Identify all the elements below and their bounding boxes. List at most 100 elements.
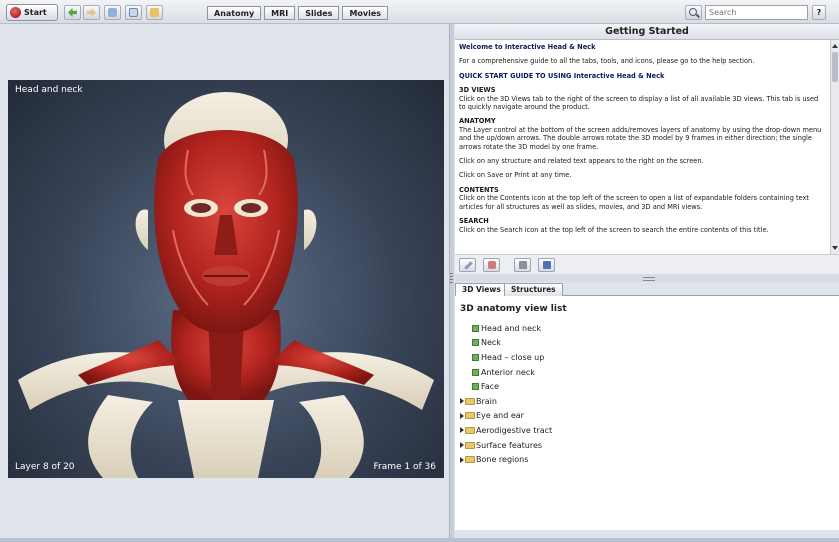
start-icon: [10, 7, 21, 18]
list-item-label: Face: [481, 382, 500, 392]
section-3d-views: 3D VIEWS Click on the 3D Views tab to th…: [459, 86, 826, 111]
list-item[interactable]: Head and neck: [460, 321, 552, 336]
views-tree: Head and neck Neck Head – close up Anter…: [460, 321, 552, 467]
views-list-title: 3D anatomy view list: [460, 304, 567, 314]
folder-icon: [465, 456, 475, 464]
folder-icon: [465, 426, 475, 434]
section-heading: 3D VIEWS: [459, 86, 496, 95]
section-anatomy: ANATOMY The Layer control at the bottom …: [459, 117, 826, 151]
quick-start-heading: QUICK START GUIDE TO USING Interactive H…: [459, 71, 665, 80]
view-icon: [472, 383, 479, 391]
frame-indicator: Frame 1 of 36: [373, 462, 436, 472]
welcome-heading: Welcome to Interactive Head & Neck: [459, 43, 596, 51]
start-button[interactable]: Start: [6, 4, 58, 21]
splitter-grip[interactable]: [450, 273, 453, 285]
folder-item[interactable]: Surface features: [460, 438, 552, 453]
bottom-control-bar: [0, 538, 839, 542]
back-arrow-icon: [68, 8, 77, 17]
section-text: The Layer control at the bottom of the s…: [459, 125, 822, 151]
search-icon[interactable]: [685, 5, 702, 20]
content-scrollbar[interactable]: [830, 40, 839, 254]
folder-label: Surface features: [476, 440, 543, 450]
folder-button[interactable]: [146, 5, 163, 20]
tab-3d-views[interactable]: 3D Views: [455, 283, 508, 297]
panel-divider[interactable]: [455, 274, 839, 282]
section-text: Click on any structure and related text …: [459, 157, 704, 166]
folder-icon: [465, 412, 475, 420]
window-button[interactable]: [125, 5, 142, 20]
content-toolbar: [455, 254, 839, 274]
list-item[interactable]: Head – close up: [460, 350, 552, 365]
tab-slides[interactable]: Slides: [298, 6, 340, 20]
expand-arrow-icon[interactable]: [460, 398, 464, 405]
expand-arrow-icon[interactable]: [460, 442, 464, 449]
print-button[interactable]: [514, 258, 531, 272]
layer-indicator: Layer 8 of 20: [15, 462, 75, 472]
expand-arrow-icon[interactable]: [460, 427, 464, 434]
expand-arrow-icon[interactable]: [460, 412, 464, 419]
list-item-label: Anterior neck: [481, 367, 535, 377]
tab-anatomy[interactable]: Anatomy: [207, 6, 262, 20]
folder-icon: [150, 8, 159, 17]
scroll-down-arrow-icon[interactable]: [832, 246, 838, 250]
section-contents: CONTENTS Click on the Contents icon at t…: [459, 186, 826, 211]
section-text: Click on the Search icon at the top left…: [459, 225, 769, 234]
tab-mri[interactable]: MRI: [264, 6, 296, 20]
folder-icon: [465, 441, 475, 449]
getting-started-content: Welcome to Interactive Head & Neck For a…: [455, 40, 830, 254]
window-icon: [129, 8, 138, 17]
panel-tabs: 3D Views Structures: [455, 282, 839, 297]
forward-button[interactable]: [83, 5, 100, 20]
list-item[interactable]: Neck: [460, 336, 552, 351]
highlight-button[interactable]: [483, 258, 500, 272]
disk-icon: [543, 261, 551, 269]
section-text: Click on Save or Print at any time.: [459, 171, 572, 180]
search-input[interactable]: [705, 5, 808, 20]
folder-label: Aerodigestive tract: [476, 425, 553, 435]
view-icon: [472, 324, 479, 332]
viewer-title: Head and neck: [15, 85, 83, 95]
expand-arrow-icon[interactable]: [460, 456, 464, 463]
forward-arrow-icon: [87, 8, 96, 17]
folder-item[interactable]: Eye and ear: [460, 409, 552, 424]
list-item[interactable]: Anterior neck: [460, 365, 552, 380]
contents-button[interactable]: [104, 5, 121, 20]
folder-label: Brain: [476, 396, 497, 406]
head-neck-model[interactable]: [8, 80, 444, 478]
help-button[interactable]: ?: [812, 5, 826, 20]
printer-icon: [519, 261, 527, 269]
folder-item[interactable]: Bone regions: [460, 452, 552, 467]
folder-label: Bone regions: [476, 455, 529, 465]
top-toolbar: Start Anatomy MRI Slides Movies ?: [0, 0, 839, 24]
folder-item[interactable]: Aerodigestive tract: [460, 423, 552, 438]
section-heading: SEARCH: [459, 217, 489, 226]
views-pane: 3D anatomy view list Head and neck Neck …: [455, 296, 839, 530]
tab-movies[interactable]: Movies: [342, 6, 389, 20]
intro-text: For a comprehensive guide to all the tab…: [459, 57, 755, 66]
scroll-up-arrow-icon[interactable]: [832, 44, 838, 48]
view-icon: [472, 368, 479, 376]
add-note-button[interactable]: [459, 258, 476, 272]
eraser-icon: [488, 261, 496, 269]
section-heading: ANATOMY: [459, 117, 496, 126]
folder-icon: [465, 397, 475, 405]
list-item[interactable]: Face: [460, 379, 552, 394]
save-button[interactable]: [538, 258, 555, 272]
contents-icon: [108, 8, 117, 17]
main-tabs: Anatomy MRI Slides Movies: [207, 6, 389, 20]
section-search: SEARCH Click on the Search icon at the t…: [459, 217, 826, 234]
section-text: Click on the 3D Views tab to the right o…: [459, 94, 819, 112]
list-item-label: Head – close up: [481, 352, 545, 362]
list-item-label: Head and neck: [481, 323, 542, 333]
folder-item[interactable]: Brain: [460, 394, 552, 409]
start-label: Start: [24, 8, 47, 17]
list-item-label: Neck: [481, 338, 501, 348]
view-icon: [472, 353, 479, 361]
back-button[interactable]: [64, 5, 81, 20]
tab-structures[interactable]: Structures: [504, 283, 563, 296]
section-heading: CONTENTS: [459, 185, 499, 194]
scroll-thumb[interactable]: [832, 52, 838, 82]
section-text: Click on the Contents icon at the top le…: [459, 194, 809, 211]
view-icon: [472, 339, 479, 347]
3d-viewer[interactable]: Head and neck Layer 8 of 20 Frame 1 of 3…: [8, 80, 444, 478]
